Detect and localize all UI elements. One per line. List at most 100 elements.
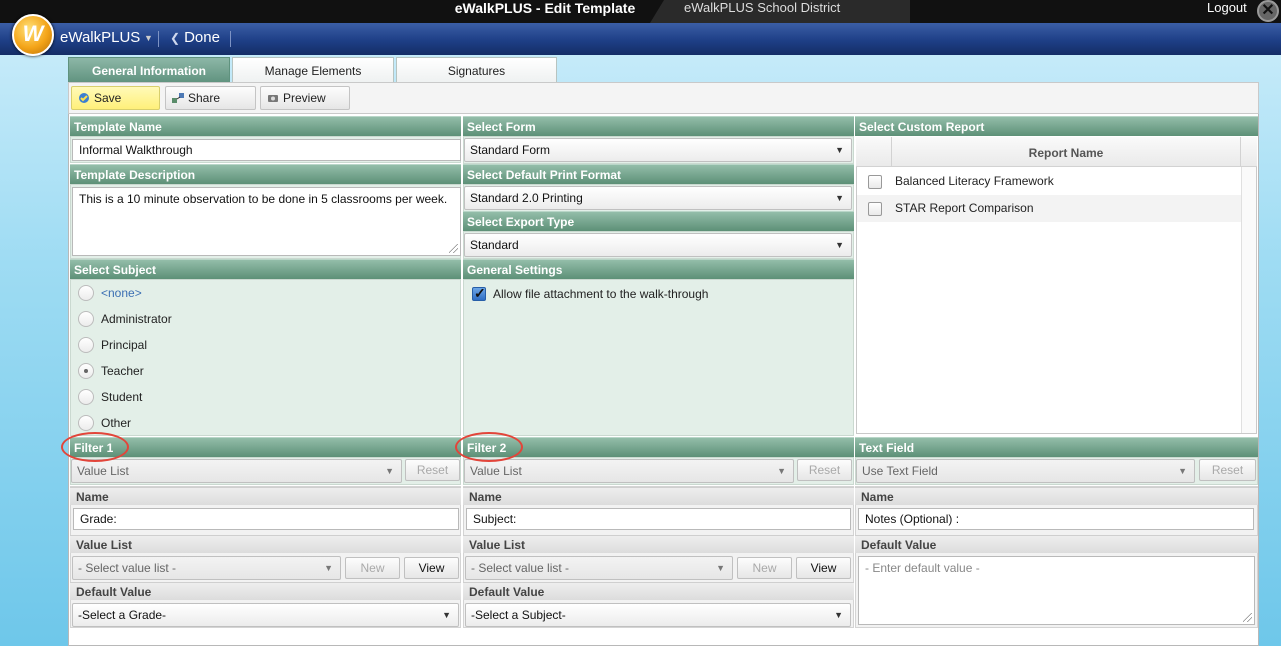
subject-option-label: Other bbox=[101, 416, 132, 430]
done-button[interactable]: ❮ Done bbox=[170, 29, 220, 46]
template-description-textarea[interactable]: This is a 10 minute observation to be do… bbox=[72, 187, 461, 256]
chevron-down-icon[interactable]: ▼ bbox=[144, 33, 153, 43]
filter1-value-list-label: Value List bbox=[70, 535, 461, 553]
back-arrow-icon: ❮ bbox=[170, 31, 181, 45]
radio-button[interactable] bbox=[78, 415, 94, 431]
tab-general-information[interactable]: General Information bbox=[68, 57, 230, 83]
filter1-default-label: Default Value bbox=[70, 582, 461, 600]
filter1-new-button[interactable]: New bbox=[345, 557, 400, 579]
radio-button[interactable] bbox=[78, 311, 94, 327]
report-name-column[interactable]: Report Name bbox=[891, 137, 1241, 167]
attachment-checkbox[interactable] bbox=[472, 285, 486, 302]
chevron-down-icon: ▼ bbox=[835, 193, 844, 203]
share-button[interactable]: Share bbox=[165, 86, 256, 110]
export-type-dropdown[interactable]: Standard ▼ bbox=[464, 233, 852, 257]
filter1-value-list-value: - Select value list - bbox=[78, 561, 177, 575]
text-field-reset-button[interactable]: Reset bbox=[1199, 459, 1256, 481]
nav-divider bbox=[158, 31, 159, 47]
general-settings-zone bbox=[463, 279, 854, 436]
print-format-dropdown[interactable]: Standard 2.0 Printing ▼ bbox=[464, 186, 852, 210]
save-button[interactable]: Save bbox=[71, 86, 160, 110]
resize-grip-icon[interactable] bbox=[449, 244, 458, 253]
filter1-view-button[interactable]: View bbox=[404, 557, 459, 579]
filter2-default-dropdown[interactable]: -Select a Subject- ▼ bbox=[465, 603, 851, 627]
title-bar: eWalkPLUS - Edit Template eWalkPLUS Scho… bbox=[0, 0, 1281, 23]
subject-option-label: Student bbox=[101, 390, 143, 404]
ewalk-logo-icon[interactable]: W bbox=[12, 14, 54, 56]
text-field-header: Text Field bbox=[855, 437, 1258, 457]
template-name-input[interactable]: Informal Walkthrough bbox=[72, 139, 461, 161]
brand-menu[interactable]: eWalkPLUS bbox=[60, 29, 140, 46]
text-field-type-dropdown[interactable]: Use Text Field ▼ bbox=[856, 459, 1195, 483]
nav-divider bbox=[230, 31, 231, 47]
filter1-default-dropdown[interactable]: -Select a Grade- ▼ bbox=[72, 603, 459, 627]
chevron-down-icon: ▼ bbox=[324, 563, 333, 573]
report-checkbox[interactable] bbox=[868, 202, 882, 216]
filter2-value-list-value: - Select value list - bbox=[471, 561, 570, 575]
select-subject-header: Select Subject bbox=[70, 259, 461, 279]
save-icon bbox=[79, 93, 89, 103]
chevron-down-icon: ▼ bbox=[442, 610, 451, 620]
select-form-dropdown[interactable]: Standard Form ▼ bbox=[464, 138, 852, 162]
filter1-type-value: Value List bbox=[77, 464, 129, 478]
filter2-value-list-dropdown[interactable]: - Select value list - ▼ bbox=[465, 556, 733, 580]
filter2-view-button[interactable]: View bbox=[796, 557, 851, 579]
filter2-type-dropdown[interactable]: Value List ▼ bbox=[464, 459, 794, 483]
filter1-reset-button[interactable]: Reset bbox=[405, 459, 460, 481]
report-grid-header: Report Name bbox=[856, 137, 1257, 167]
template-description-header: Template Description bbox=[70, 164, 461, 184]
filter2-value-list-label: Value List bbox=[463, 535, 854, 553]
subject-option-label: Teacher bbox=[101, 364, 144, 378]
filter2-type-value: Value List bbox=[470, 464, 522, 478]
tab-manage-elements[interactable]: Manage Elements bbox=[232, 57, 394, 83]
filter1-type-dropdown[interactable]: Value List ▼ bbox=[71, 459, 402, 483]
chevron-down-icon: ▼ bbox=[716, 563, 725, 573]
table-row[interactable]: Balanced Literacy Framework bbox=[857, 168, 1241, 195]
done-label: Done bbox=[184, 29, 220, 46]
save-label: Save bbox=[94, 91, 122, 105]
report-checkbox[interactable] bbox=[868, 175, 882, 189]
filter1-value-list-dropdown[interactable]: - Select value list - ▼ bbox=[72, 556, 341, 580]
custom-report-header: Select Custom Report bbox=[855, 116, 1258, 136]
filter1-name-label: Name bbox=[70, 487, 461, 505]
table-row[interactable]: STAR Report Comparison bbox=[857, 195, 1241, 222]
template-description-text: This is a 10 minute observation to be do… bbox=[79, 192, 448, 206]
text-field-default-label: Default Value bbox=[855, 535, 1258, 553]
select-form-value: Standard Form bbox=[470, 143, 551, 157]
select-form-header: Select Form bbox=[463, 116, 854, 136]
logout-link[interactable]: Logout bbox=[1207, 0, 1247, 16]
window-title: eWalkPLUS - Edit Template bbox=[454, 0, 636, 16]
radio-button[interactable] bbox=[78, 389, 94, 405]
subject-option-label: Administrator bbox=[101, 312, 172, 326]
chevron-down-icon: ▼ bbox=[1178, 466, 1187, 476]
text-field-default-placeholder: - Enter default value - bbox=[865, 561, 980, 575]
share-icon bbox=[172, 93, 184, 103]
filter2-new-button[interactable]: New bbox=[737, 557, 792, 579]
attachment-label: Allow file attachment to the walk-throug… bbox=[493, 287, 709, 301]
text-field-name-input[interactable]: Notes (Optional) : bbox=[858, 508, 1254, 530]
filter2-default-label: Default Value bbox=[463, 582, 854, 600]
filter2-name-input[interactable]: Subject: bbox=[466, 508, 851, 530]
report-name: Balanced Literacy Framework bbox=[895, 174, 1054, 188]
text-field-name-label: Name bbox=[855, 487, 1258, 505]
preview-button[interactable]: Preview bbox=[260, 86, 350, 110]
preview-label: Preview bbox=[283, 91, 326, 105]
resize-grip-icon[interactable] bbox=[1243, 613, 1252, 622]
subject-zone bbox=[70, 279, 461, 436]
close-icon[interactable]: ✕ bbox=[1257, 0, 1279, 22]
export-type-header: Select Export Type bbox=[463, 211, 854, 231]
text-field-default-textarea[interactable]: - Enter default value - bbox=[858, 556, 1255, 625]
report-grid-scrollbar[interactable] bbox=[1241, 167, 1256, 433]
subject-option-label: <none> bbox=[101, 286, 142, 300]
radio-button[interactable] bbox=[78, 285, 94, 301]
filter2-reset-button[interactable]: Reset bbox=[797, 459, 852, 481]
radio-button[interactable] bbox=[78, 363, 94, 379]
filter1-name-input[interactable]: Grade: bbox=[73, 508, 459, 530]
radio-button[interactable] bbox=[78, 337, 94, 353]
tab-signatures[interactable]: Signatures bbox=[396, 57, 557, 83]
chevron-down-icon: ▼ bbox=[835, 240, 844, 250]
nav-bar: eWalkPLUS ▼ ❮ Done bbox=[0, 23, 1281, 55]
export-type-value: Standard bbox=[470, 238, 519, 252]
chevron-down-icon: ▼ bbox=[834, 610, 843, 620]
text-field-type-value: Use Text Field bbox=[862, 464, 938, 478]
